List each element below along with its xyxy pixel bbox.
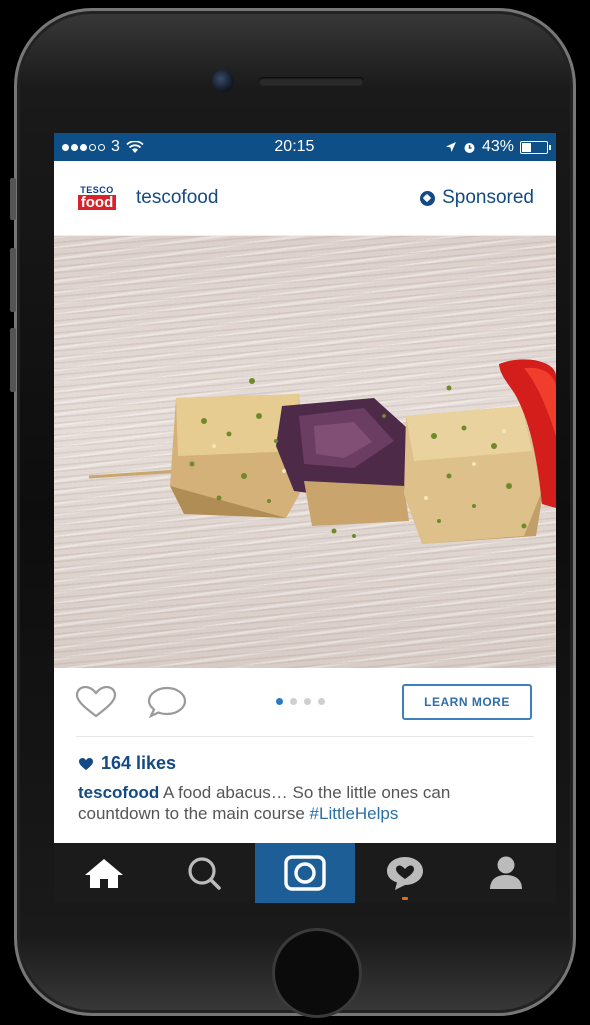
post-username[interactable]: tescofood xyxy=(136,187,218,209)
avatar-brand-bottom: food xyxy=(77,195,117,210)
sponsored-label: Sponsored xyxy=(442,187,534,208)
likes-label: 164 likes xyxy=(101,753,177,773)
status-bar: 3 20:15 43% xyxy=(54,133,556,161)
post-header: TESCO food tescofood Sponsored xyxy=(54,161,556,236)
food-skewer-photo xyxy=(88,359,556,544)
search-icon xyxy=(188,857,221,890)
activity-notification-marker xyxy=(402,897,409,900)
heart-icon xyxy=(79,757,93,770)
avatar[interactable]: TESCO food xyxy=(74,175,120,221)
likes-count[interactable]: 164 likes xyxy=(54,737,556,774)
photo-pager xyxy=(276,698,325,705)
battery-icon xyxy=(519,140,551,154)
carrier-label: 3 xyxy=(111,138,120,155)
pager-dot xyxy=(276,698,283,705)
caption-username[interactable]: tescofood xyxy=(78,783,159,802)
bottom-tab-bar xyxy=(54,843,556,903)
caption-hashtag[interactable]: #LittleHelps xyxy=(310,804,399,823)
post-caption: tescofood A food abacus… So the little o… xyxy=(54,774,556,824)
tab-explore[interactable] xyxy=(154,843,254,903)
account-info[interactable]: TESCO food tescofood xyxy=(74,175,218,221)
activity-heart-bubble-icon xyxy=(387,857,424,890)
tab-profile[interactable] xyxy=(456,843,556,903)
phone-screen: 3 20:15 43% TESCO food tescofood Sponsor… xyxy=(54,133,556,903)
battery-percent: 43% xyxy=(481,138,514,155)
alarm-clock-icon xyxy=(464,142,475,153)
tab-camera[interactable] xyxy=(254,843,356,903)
tab-activity[interactable] xyxy=(355,843,455,903)
profile-icon xyxy=(489,856,522,889)
sponsored-badge[interactable]: Sponsored xyxy=(420,187,534,209)
post-photo[interactable] xyxy=(54,236,556,668)
earpiece-speaker xyxy=(258,77,364,86)
pager-dot xyxy=(318,698,325,705)
home-icon xyxy=(85,859,124,888)
post-actions: LEARN MORE xyxy=(54,668,556,736)
pager-dot xyxy=(304,698,311,705)
comment-bubble-icon[interactable] xyxy=(146,685,190,719)
like-heart-icon[interactable] xyxy=(74,685,118,719)
tab-home[interactable] xyxy=(54,843,154,903)
camera-icon xyxy=(284,855,326,891)
pager-dot xyxy=(290,698,297,705)
volume-up-button xyxy=(10,248,16,312)
sponsored-icon xyxy=(420,190,436,206)
front-camera xyxy=(212,70,234,92)
wifi-icon xyxy=(126,140,144,153)
mute-switch xyxy=(10,178,16,220)
location-arrow-icon xyxy=(445,142,456,152)
signal-strength-icon xyxy=(62,143,105,151)
status-time: 20:15 xyxy=(274,138,315,155)
learn-more-button[interactable]: LEARN MORE xyxy=(402,684,532,720)
volume-down-button xyxy=(10,328,16,392)
home-button[interactable] xyxy=(272,928,362,1018)
